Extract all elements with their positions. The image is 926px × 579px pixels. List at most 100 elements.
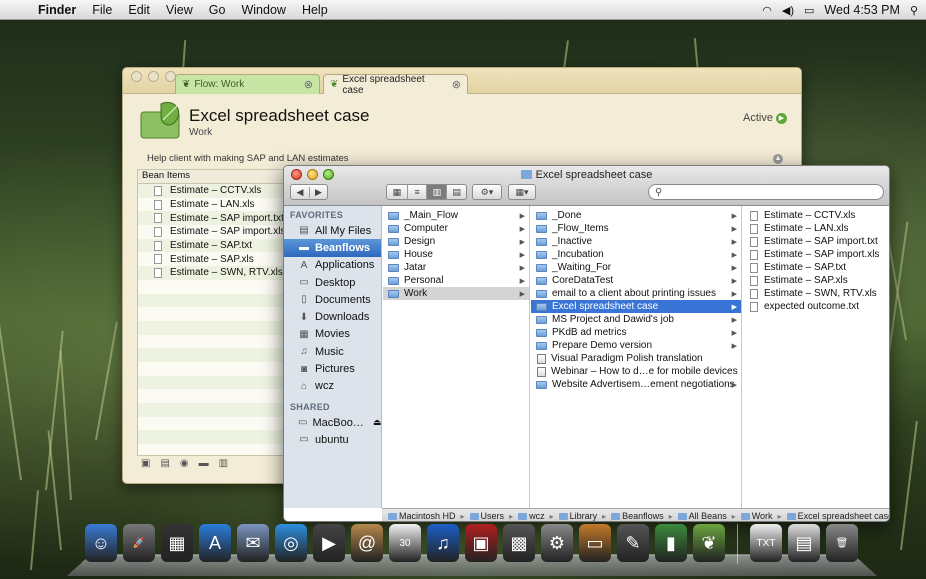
launchpad-icon[interactable]: 🚀 bbox=[123, 524, 155, 562]
txt-document-icon[interactable]: TXT bbox=[750, 524, 782, 562]
close-tab-icon[interactable]: ⊗ bbox=[304, 78, 313, 91]
safari-icon[interactable]: ◎ bbox=[275, 524, 307, 562]
system-preferences-icon[interactable]: ⚙ bbox=[541, 524, 573, 562]
iphoto-icon[interactable]: ▩ bbox=[503, 524, 535, 562]
folder-icon[interactable]: ▬ bbox=[199, 458, 209, 472]
sidebar-item-downloads[interactable]: ⬇ Downloads bbox=[284, 308, 381, 325]
sidebar-item-desktop[interactable]: ▭ Desktop bbox=[284, 274, 381, 291]
column-2-item[interactable]: Prepare Demo version ▶ bbox=[531, 339, 741, 352]
ical-icon[interactable]: 30 bbox=[389, 524, 421, 562]
menu-go[interactable]: Go bbox=[201, 3, 234, 17]
column-3-item[interactable]: expected outcome.txt bbox=[743, 300, 889, 313]
tab-excel-spreadsheet-case[interactable]: ❦ Excel spreadsheet case ⊗ bbox=[323, 74, 468, 96]
menu-window[interactable]: Window bbox=[233, 3, 293, 17]
action-gear-button[interactable]: ⚙▾ bbox=[472, 184, 502, 200]
search-input[interactable]: ⚲ bbox=[648, 184, 884, 200]
sidebar-item-applications[interactable]: A Applications bbox=[284, 257, 381, 274]
menu-app-name[interactable]: Finder bbox=[34, 3, 84, 17]
column-2-item[interactable]: _Flow_Items ▶ bbox=[531, 222, 741, 235]
bean-status[interactable]: Active ▶ bbox=[743, 112, 787, 124]
document-stack-icon[interactable]: ▤ bbox=[788, 524, 820, 562]
add-item-icon[interactable]: ▣ bbox=[141, 458, 150, 472]
column-1-item[interactable]: Jatar ▶ bbox=[383, 261, 529, 274]
bean-item-row[interactable]: Estimate – CCTV.xls bbox=[138, 184, 291, 198]
column-2-item[interactable]: _Done ▶ bbox=[531, 209, 741, 222]
keynote-icon[interactable]: ▭ bbox=[579, 524, 611, 562]
path-segment[interactable]: Library bbox=[558, 511, 597, 521]
column-2-item[interactable]: CoreDataTest ▶ bbox=[531, 274, 741, 287]
column-3-item[interactable]: Estimate – SWN, RTV.xls bbox=[743, 287, 889, 300]
coverflow-view-icon[interactable]: ▤ bbox=[446, 185, 466, 199]
finder-icon[interactable]: ☺ bbox=[85, 524, 117, 562]
column-1-item[interactable]: House ▶ bbox=[383, 248, 529, 261]
bean-item-row[interactable]: Estimate – SWN, RTV.xls bbox=[138, 266, 291, 280]
menu-edit[interactable]: Edit bbox=[120, 3, 158, 17]
column-3-item[interactable]: Estimate – SAP import.xls bbox=[743, 248, 889, 261]
path-segment[interactable]: Work bbox=[740, 511, 773, 521]
trash-icon[interactable]: ▥ bbox=[219, 458, 228, 472]
bean-item-row[interactable]: Estimate – SAP import.xls bbox=[138, 225, 291, 239]
bean-item-row[interactable]: Estimate – SAP.txt bbox=[138, 238, 291, 253]
volume-icon[interactable]: ◀) bbox=[782, 4, 794, 17]
column-2-item[interactable]: Visual Paradigm Polish translation bbox=[531, 352, 741, 365]
bean-item-row[interactable]: Estimate – SAP import.txt bbox=[138, 211, 291, 226]
wifi-icon[interactable]: ◠ bbox=[762, 4, 772, 17]
path-segment[interactable]: Beanflows bbox=[611, 511, 664, 521]
photo-booth-icon[interactable]: ▣ bbox=[465, 524, 497, 562]
icon-view-icon[interactable]: ▦ bbox=[387, 185, 407, 199]
arrange-button[interactable]: ▦▾ bbox=[508, 184, 536, 200]
menu-file[interactable]: File bbox=[84, 3, 120, 17]
column-2-item[interactable]: PKdB ad metrics ▶ bbox=[531, 326, 741, 339]
column-3-item[interactable]: Estimate – CCTV.xls bbox=[743, 209, 889, 222]
column-1-item[interactable]: Work ▶ bbox=[383, 287, 529, 300]
column-1-item[interactable]: Personal ▶ bbox=[383, 274, 529, 287]
back-arrow-icon[interactable]: ◀ bbox=[291, 187, 309, 198]
mission-control-icon[interactable]: ▦ bbox=[161, 524, 193, 562]
column-view-icon[interactable]: ▥ bbox=[426, 185, 447, 199]
app-store-icon[interactable]: A bbox=[199, 524, 231, 562]
sidebar-item-pictures[interactable]: ◙ Pictures bbox=[284, 360, 381, 377]
column-1-item[interactable]: _Main_Flow ▶ bbox=[383, 209, 529, 222]
column-2-item[interactable]: MS Project and Dawid's job ▶ bbox=[531, 313, 741, 326]
menu-help[interactable]: Help bbox=[294, 3, 336, 17]
sidebar-item-beanflows[interactable]: ▬ Beanflows bbox=[284, 239, 381, 257]
sidebar-item-shared-0[interactable]: ▭ MacBoo… ⏏ bbox=[284, 414, 381, 431]
column-3-item[interactable]: Estimate – SAP.txt bbox=[743, 261, 889, 274]
flow-close-button[interactable] bbox=[131, 71, 142, 82]
column-2-item[interactable]: Webinar – How to d…e for mobile devices bbox=[531, 365, 741, 378]
column-2-item[interactable]: _Incubation ▶ bbox=[531, 248, 741, 261]
numbers-icon[interactable]: ▮ bbox=[655, 524, 687, 562]
tab-flow-work[interactable]: ❦ Flow: Work ⊗ bbox=[175, 74, 320, 94]
preview-eye-icon[interactable]: ◉ bbox=[180, 458, 189, 472]
iwork-icon[interactable]: ✎ bbox=[617, 524, 649, 562]
path-segment[interactable]: Users bbox=[469, 511, 504, 521]
address-book-icon[interactable]: @ bbox=[351, 524, 383, 562]
forward-arrow-icon[interactable]: ▶ bbox=[308, 186, 327, 198]
bean-item-row[interactable]: Estimate – LAN.xls bbox=[138, 198, 291, 212]
sidebar-item-music[interactable]: ♫ Music bbox=[284, 343, 381, 360]
column-2-item[interactable]: _Waiting_For ▶ bbox=[531, 261, 741, 274]
battery-icon[interactable]: ▭ bbox=[804, 4, 814, 17]
column-2-item[interactable]: _Inactive ▶ bbox=[531, 235, 741, 248]
column-1-item[interactable]: Computer ▶ bbox=[383, 222, 529, 235]
eject-icon[interactable]: ⏏ bbox=[373, 417, 381, 428]
itunes-icon[interactable]: ♫ bbox=[427, 524, 459, 562]
column-2-item[interactable]: Website Advertisem…ement negotiations ▶ bbox=[531, 378, 741, 391]
mail-icon[interactable]: ✉ bbox=[237, 524, 269, 562]
list-view-icon[interactable]: ≡ bbox=[406, 185, 427, 199]
menu-view[interactable]: View bbox=[158, 3, 201, 17]
column-2-item[interactable]: email to a client about printing issues ▶ bbox=[531, 287, 741, 300]
column-2-item[interactable]: Excel spreadsheet case ▶ bbox=[531, 300, 741, 313]
trash-icon[interactable]: 🗑 bbox=[826, 524, 858, 562]
sidebar-item-documents[interactable]: ▯ Documents bbox=[284, 291, 381, 308]
sidebar-item-wcz[interactable]: ⌂ wcz bbox=[284, 378, 381, 395]
column-3-item[interactable]: Estimate – LAN.xls bbox=[743, 222, 889, 235]
path-segment[interactable]: Macintosh HD bbox=[388, 511, 456, 521]
sidebar-item-movies[interactable]: ▦ Movies bbox=[284, 326, 381, 343]
collapse-icon[interactable]: ▲ bbox=[773, 154, 783, 164]
column-1-item[interactable]: Design ▶ bbox=[383, 235, 529, 248]
facetime-icon[interactable]: ▶ bbox=[313, 524, 345, 562]
spotlight-icon[interactable]: ⚲ bbox=[910, 4, 918, 17]
menu-clock[interactable]: Wed 4:53 PM bbox=[824, 3, 900, 17]
bean-item-row[interactable]: Estimate – SAP.xls bbox=[138, 252, 291, 266]
